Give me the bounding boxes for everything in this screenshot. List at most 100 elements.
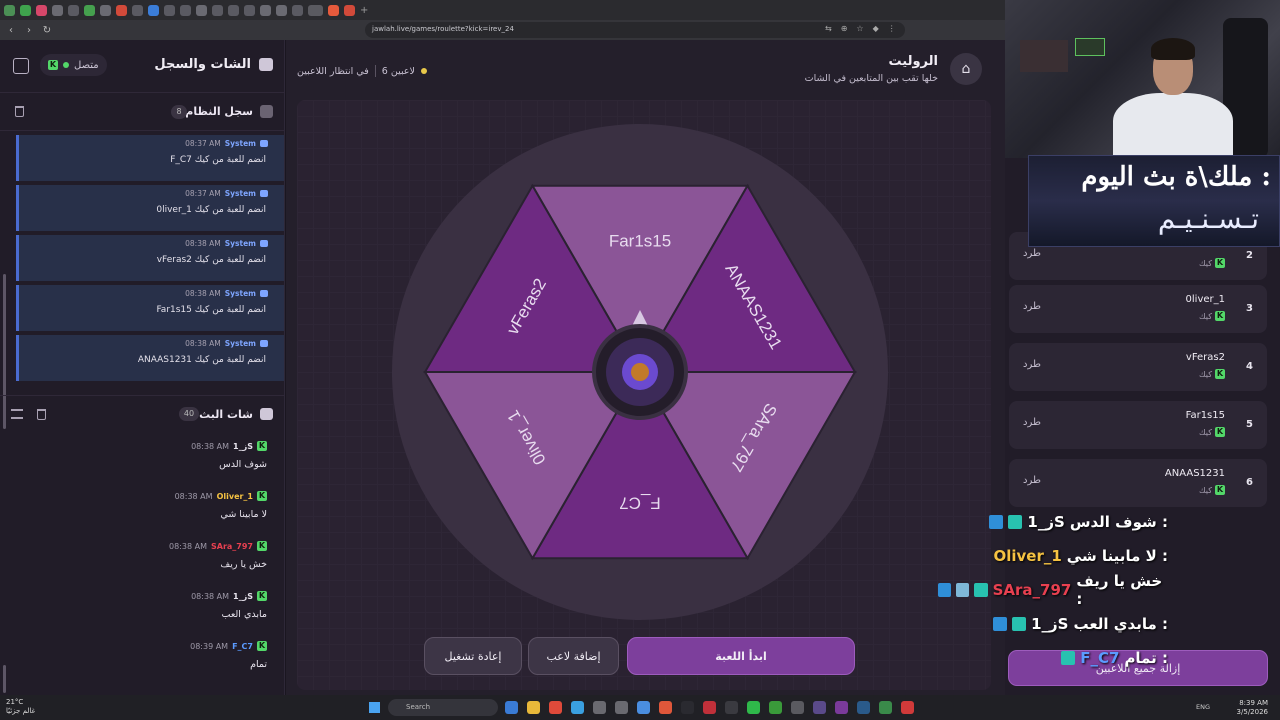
forward-icon[interactable]: › [22,25,36,36]
active-tab[interactable] [308,4,323,16]
windows-start-icon[interactable] [369,702,380,713]
tab[interactable] [228,4,239,16]
kick-icon: K [1215,485,1225,495]
app-icon[interactable] [593,701,606,714]
tab[interactable] [68,4,79,16]
player-name: Far1s15 [1185,410,1225,421]
tab[interactable] [292,4,303,16]
tab[interactable] [196,4,207,16]
tab[interactable] [116,4,127,16]
kick-player-button[interactable]: طرد [1023,417,1041,428]
stream-chat-header: شات البث 40 [0,395,285,431]
log-author: System [224,289,256,298]
bookmark-icon[interactable]: ☆ [856,24,863,33]
stream-chat-title: شات البث [199,408,253,421]
app-icon[interactable] [615,701,628,714]
tab[interactable] [328,4,339,16]
app-icon[interactable] [813,701,826,714]
tab[interactable] [164,4,175,16]
msg-user[interactable]: ز_1S [233,592,253,601]
reload-icon[interactable]: ↻ [40,25,54,36]
msg-time: 08:38 AM [191,441,230,451]
tab[interactable] [100,4,111,16]
collapse-panel-icon[interactable] [13,58,29,74]
msg-user[interactable]: Oliver_1 [217,492,253,501]
app-icon[interactable] [791,701,804,714]
wall-sign [1075,38,1105,56]
overlay-text: شوف الدس : [1069,513,1168,531]
home-icon: ⌂ [961,61,971,77]
steam-icon[interactable] [857,701,870,714]
log-text: Far1s15 انضم للعبة من كيك [156,305,266,315]
tab[interactable] [180,4,191,16]
tab[interactable] [260,4,271,16]
new-tab-icon[interactable]: + [360,5,368,16]
app-icon[interactable] [505,701,518,714]
restart-button[interactable]: إعادة تشغيل [424,637,522,675]
kick-player-button[interactable]: طرد [1023,301,1041,312]
app-icon[interactable] [549,701,562,714]
tab[interactable] [212,4,223,16]
add-player-button[interactable]: إضافة لاعب [528,637,619,675]
app-icon[interactable] [571,701,584,714]
log-entry: 08:37 AM System F_C7 انضم للعبة من كيك [16,135,284,181]
app-icon[interactable] [725,701,738,714]
tab[interactable] [20,4,31,16]
kick-player-button[interactable]: طرد [1023,248,1041,259]
tab[interactable] [244,4,255,16]
language-indicator[interactable]: ENG [1196,703,1210,711]
msg-user[interactable]: SAra_797 [211,542,253,551]
chat-scrollbar[interactable] [3,665,6,693]
kick-player-button[interactable]: طرد [1023,475,1041,486]
clear-chat-trash-icon[interactable] [37,409,46,420]
waiting-label: في انتظار اللاعبين [297,65,369,77]
whatsapp-icon[interactable] [747,701,760,714]
tab[interactable] [84,4,95,16]
brave-icon[interactable] [659,701,672,714]
app-icon[interactable] [835,701,848,714]
url-text[interactable]: jawlah.live/games/roulette?kick=irev_24 [372,25,514,33]
tab[interactable] [148,4,159,16]
app-icon[interactable] [901,701,914,714]
clear-log-trash-icon[interactable] [15,106,24,117]
kick-player-button[interactable]: طرد [1023,359,1041,370]
badge-icon [993,617,1008,631]
back-icon[interactable]: ‹ [4,25,18,36]
platform-label: كيك [1199,369,1212,379]
tab[interactable] [132,4,143,16]
overlay-user: F_C7 [1080,649,1120,667]
msg-text: شوف الدس [219,459,267,470]
system-clock[interactable]: 8:39 AM 3/5/2026 [1237,699,1268,717]
tab[interactable] [344,4,355,16]
chat-icon [259,58,273,71]
tab[interactable] [276,4,287,16]
msg-user[interactable]: F_C7 [232,642,253,651]
msg-user[interactable]: ز_1S [233,442,253,451]
app-icon[interactable] [879,701,892,714]
app-icon[interactable] [681,701,694,714]
badge-icon [938,583,952,597]
app-icon[interactable] [703,701,716,714]
log-time: 08:37 AM [185,189,221,198]
overlay-user: ز_1S [1031,615,1069,633]
folder-icon[interactable] [527,701,540,714]
weather-widget[interactable]: 21°C غالم جزئيًا [6,698,35,716]
app-icon[interactable] [637,701,650,714]
translate-icon[interactable]: ⇆ [825,24,832,33]
roulette-wheel[interactable]: Far1s15ANAAS1231SAra_797F_C70liver_1vFer… [390,122,890,622]
chat-message: 08:38 AM SAra_797 K خش يا ريف [0,537,285,587]
extension-icon[interactable]: ◆ [873,24,879,33]
menu-icon[interactable]: ⋮ [888,24,896,33]
tab[interactable] [52,4,63,16]
taskbar-search[interactable]: Search [388,699,498,716]
log-text: vFeras2 انضم للعبة من كيك [156,255,266,265]
zoom-icon[interactable]: ⊕ [841,24,848,33]
home-button[interactable]: ⌂ [950,53,982,85]
tab[interactable] [36,4,47,16]
start-game-button[interactable]: ابدأ اللعبة [627,637,855,675]
kick-icon: K [1215,258,1225,268]
log-entry: 08:37 AM System 0liver_1 انضم للعبة من كي… [16,185,284,231]
tab[interactable] [4,4,15,16]
xbox-icon[interactable] [769,701,782,714]
filter-list-icon[interactable] [11,409,23,419]
